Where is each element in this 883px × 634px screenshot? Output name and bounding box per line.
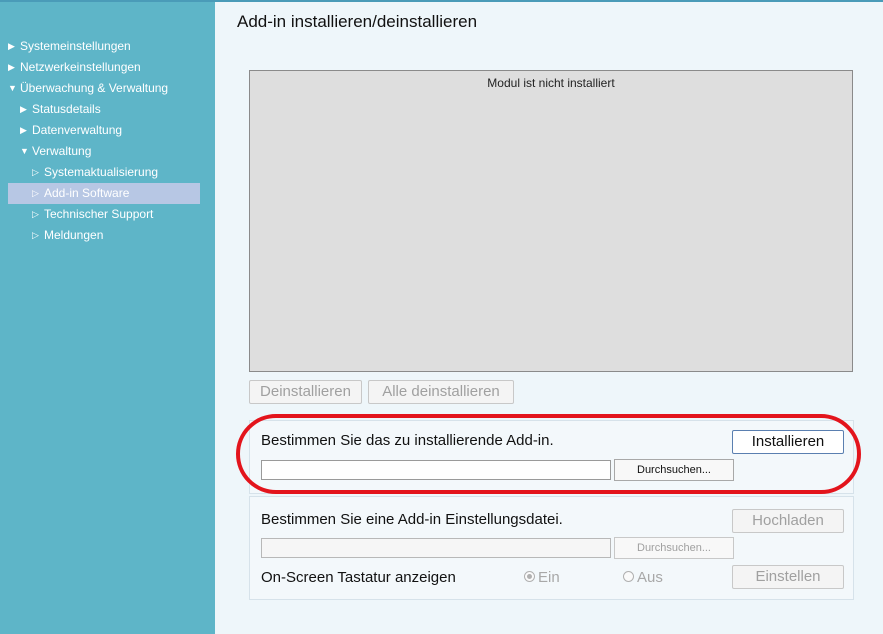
sidebar-item-label: Netzwerkeinstellungen bbox=[20, 60, 141, 74]
sidebar-item-label: Technischer Support bbox=[44, 207, 154, 221]
main-panel: Add-in installieren/deinstallieren Modul… bbox=[215, 2, 883, 634]
sidebar-item-datenverwaltung[interactable]: ▶ Datenverwaltung bbox=[8, 120, 200, 141]
page-title: Add-in installieren/deinstallieren bbox=[237, 12, 478, 31]
sidebar-item-verwaltung[interactable]: ▼ Verwaltung bbox=[8, 141, 200, 162]
triangle-right-icon: ▶ bbox=[20, 104, 27, 114]
sidebar-item-ueberwachung-verwaltung[interactable]: ▼ Überwachung & Verwaltung bbox=[8, 78, 200, 99]
sidebar-item-netzwerkeinstellungen[interactable]: ▶ Netzwerkeinstellungen bbox=[8, 57, 200, 78]
sidebar-item-label: Systemaktualisierung bbox=[44, 165, 159, 179]
set-button[interactable]: Einstellen bbox=[732, 565, 844, 589]
upload-button[interactable]: Hochladen bbox=[732, 509, 844, 533]
settings-section-label: Bestimmen Sie eine Add-in Einstellungsda… bbox=[261, 511, 563, 528]
sidebar-item-meldungen[interactable]: ▷ Meldungen bbox=[8, 225, 200, 246]
triangle-outline-right-icon: ▷ bbox=[32, 188, 39, 198]
settings-section: Bestimmen Sie eine Add-in Einstellungsda… bbox=[249, 496, 854, 600]
radio-on[interactable]: Ein bbox=[524, 569, 560, 586]
uninstall-all-button[interactable]: Alle deinstallieren bbox=[368, 380, 514, 404]
triangle-right-icon: ▶ bbox=[20, 125, 27, 135]
module-list-empty-message: Modul ist nicht installiert bbox=[487, 76, 615, 90]
sidebar-item-statusdetails[interactable]: ▶ Statusdetails bbox=[8, 99, 200, 120]
sidebar-item-label: Überwachung & Verwaltung bbox=[20, 81, 169, 95]
triangle-right-icon: ▶ bbox=[8, 41, 15, 51]
settings-browse-button[interactable]: Durchsuchen... bbox=[614, 537, 734, 559]
radio-off[interactable]: Aus bbox=[623, 569, 663, 586]
radio-selected-icon bbox=[524, 571, 535, 582]
sidebar-item-label: Verwaltung bbox=[32, 144, 92, 158]
sidebar-item-label: Meldungen bbox=[44, 228, 104, 242]
sidebar-item-systemeinstellungen[interactable]: ▶ Systemeinstellungen bbox=[8, 36, 200, 57]
triangle-outline-right-icon: ▷ bbox=[32, 167, 39, 177]
radio-unselected-icon bbox=[623, 571, 634, 582]
sidebar-menu: ▶ Systemeinstellungen ▶ Netzwerkeinstellun… bbox=[8, 36, 200, 246]
sidebar-item-label: Datenverwaltung bbox=[32, 123, 123, 137]
module-list[interactable]: Modul ist nicht installiert bbox=[249, 70, 853, 372]
sidebar-item-technischer-support[interactable]: ▷ Technischer Support bbox=[8, 204, 200, 225]
radio-on-label: Ein bbox=[538, 569, 560, 586]
triangle-outline-right-icon: ▷ bbox=[32, 209, 39, 219]
radio-off-label: Aus bbox=[637, 569, 663, 586]
keyboard-label: On-Screen Tastatur anzeigen bbox=[261, 569, 456, 586]
highlight-ring bbox=[236, 414, 861, 494]
sidebar-item-add-in-software[interactable]: ▷ Add-in Software bbox=[8, 183, 200, 204]
sidebar-item-label: Statusdetails bbox=[32, 102, 101, 116]
sidebar-item-label: Add-in Software bbox=[44, 186, 130, 200]
uninstall-button[interactable]: Deinstallieren bbox=[249, 380, 362, 404]
triangle-down-icon: ▼ bbox=[8, 83, 17, 93]
sidebar-item-label: Systemeinstellungen bbox=[20, 39, 131, 53]
sidebar: ▶ Systemeinstellungen ▶ Netzwerkeinstellun… bbox=[0, 2, 215, 634]
triangle-right-icon: ▶ bbox=[8, 62, 15, 72]
settings-file-input[interactable] bbox=[261, 538, 611, 558]
sidebar-item-systemaktualisierung[interactable]: ▷ Systemaktualisierung bbox=[8, 162, 200, 183]
triangle-outline-right-icon: ▷ bbox=[32, 230, 39, 240]
triangle-down-icon: ▼ bbox=[20, 146, 29, 156]
